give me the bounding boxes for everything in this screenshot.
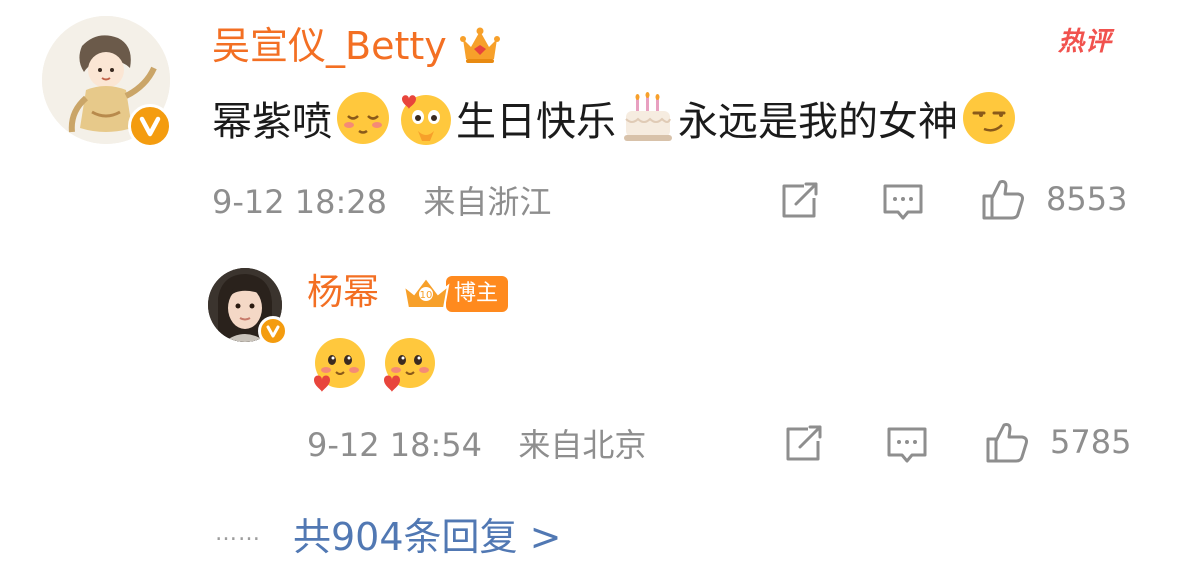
thumbs-up-icon [982,180,1024,220]
reply-comment-button[interactable] [884,421,930,471]
reply-meta: 9-12 18:54 来自北京 [307,425,646,465]
comment-text: 幂紫喷 生日快乐 永远是我的女神 [212,88,1020,148]
thumbs-up-icon [986,423,1028,463]
shy-face-emoji-icon [334,89,392,147]
comment-bubble-icon [887,427,927,463]
comment-thread: 吴宣仪_Betty 热评 幂紫喷 生日快乐 永远是我的女神 9-12 18:28… [0,0,1179,585]
svg-text:10: 10 [420,290,433,301]
comment-text-part-1: 幂紫喷 [212,99,332,145]
reply-author-name[interactable]: 杨幂 [307,270,379,316]
crown-level-icon: 10 [400,274,452,314]
repost-icon [782,182,818,218]
author-name-text: 吴宣仪_Betty [212,24,447,68]
reply-location: 来自北京 [518,426,647,464]
comment-text-part-3: 永远是我的女神 [678,99,958,145]
like-button[interactable]: 8553 [980,176,1127,222]
verified-badge-icon [128,104,172,148]
blogger-role-badge: 博主 [446,276,509,312]
reply-like-count: 5785 [1050,423,1132,461]
heart-eyes-emoji-icon [396,89,454,147]
comment-button[interactable] [880,178,926,228]
comment-location: 来自浙江 [423,183,552,221]
comment-bubble-icon [883,184,923,220]
like-count: 8553 [1046,180,1128,218]
blogger-badge: 10 博主 [400,274,509,314]
verified-badge-icon [258,316,288,346]
more-replies-label: 共904条回复 > [293,515,562,559]
smirk-emoji-icon [960,89,1018,147]
comment-meta: 9-12 18:28 来自浙江 [212,182,551,222]
reply-like-button[interactable]: 5785 [984,419,1131,465]
more-replies-link[interactable]: …… 共904条回复 > [215,506,561,561]
author-name[interactable]: 吴宣仪_Betty [212,22,503,70]
comment-text-part-2: 生日快乐 [456,99,616,145]
repost-icon [786,425,822,461]
reply-time: 9-12 18:54 [307,426,483,464]
hot-comment-tag: 热评 [1058,27,1113,57]
crown-member-icon [457,25,503,67]
love-face-emoji-icon [310,336,368,394]
birthday-cake-emoji-icon [618,89,676,147]
comment-time: 9-12 18:28 [212,183,388,221]
love-face-emoji-icon [380,336,438,394]
repost-button[interactable] [778,178,824,228]
reply-text [310,336,438,394]
more-replies-dots: …… [215,521,261,546]
reply-repost-button[interactable] [782,421,828,471]
